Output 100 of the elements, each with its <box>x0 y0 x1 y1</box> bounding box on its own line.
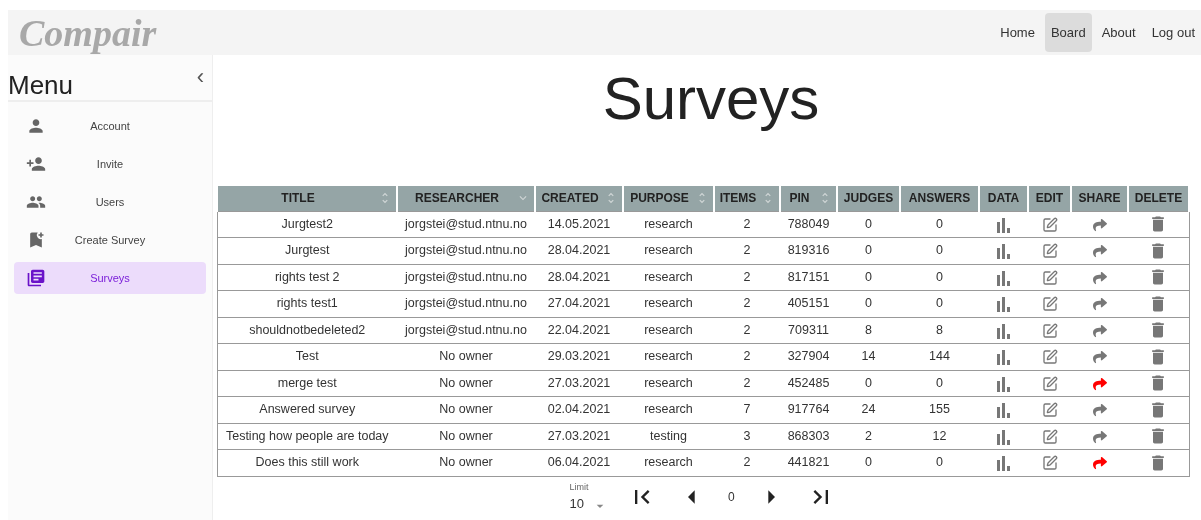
edit-icon[interactable] <box>1041 375 1058 392</box>
table-cell: jorgstei@stud.ntnu.no <box>397 264 535 291</box>
table-cell: Test <box>217 343 397 370</box>
table-cell: 868303 <box>780 423 837 450</box>
sidebar-item[interactable]: Users <box>14 186 206 218</box>
table-cell: 817151 <box>780 264 837 291</box>
sidebar-item[interactable]: Invite <box>14 148 206 180</box>
share-icon[interactable] <box>1092 244 1107 259</box>
column-header[interactable]: SHARE <box>1071 186 1128 211</box>
edit-icon[interactable] <box>1041 402 1058 419</box>
edit-icon[interactable] <box>1041 243 1058 260</box>
table-cell: No owner <box>397 370 535 397</box>
column-header[interactable]: RESEARCHER <box>397 186 535 211</box>
sidebar-item[interactable]: Account <box>14 110 206 142</box>
bar-chart-icon[interactable] <box>995 349 1012 366</box>
share-icon[interactable] <box>1092 403 1107 418</box>
table-cell: 7 <box>714 396 780 423</box>
share-icon[interactable] <box>1092 297 1107 312</box>
table-cell: 2 <box>714 343 780 370</box>
bar-chart-icon[interactable] <box>995 216 1012 233</box>
table-cell: 452485 <box>780 370 837 397</box>
table-cell: 3 <box>714 423 780 450</box>
table-cell: research <box>623 290 714 317</box>
column-header[interactable]: EDIT <box>1028 186 1071 211</box>
table-cell: 2 <box>714 449 780 476</box>
table-cell: No owner <box>397 343 535 370</box>
table-cell: 2 <box>714 264 780 291</box>
table-cell: Answered survey <box>217 396 397 423</box>
bar-chart-icon[interactable] <box>995 428 1012 445</box>
sidebar-item[interactable]: Create Survey <box>14 224 206 256</box>
table-cell: merge test <box>217 370 397 397</box>
bar-chart-icon[interactable] <box>995 402 1012 419</box>
table-cell: research <box>623 317 714 344</box>
table-cell: 788049 <box>780 211 837 238</box>
nav-link[interactable]: Home <box>994 12 1041 53</box>
table-cell: 0 <box>837 237 900 264</box>
column-header[interactable]: PIN <box>780 186 837 211</box>
table-cell: 2 <box>837 423 900 450</box>
table-cell: Jurgtest <box>217 237 397 264</box>
table-cell: No owner <box>397 396 535 423</box>
table-cell: 327904 <box>780 343 837 370</box>
table-cell: 02.04.2021 <box>535 396 623 423</box>
column-header[interactable]: PURPOSE <box>623 186 714 211</box>
column-header[interactable]: JUDGES <box>837 186 900 211</box>
nav-link[interactable]: About <box>1095 12 1142 53</box>
bar-chart-icon[interactable] <box>995 269 1012 286</box>
nav-link[interactable]: Log out <box>1145 12 1201 53</box>
nav-link[interactable]: Board <box>1044 12 1092 53</box>
table-cell: 24 <box>837 396 900 423</box>
edit-icon[interactable] <box>1041 269 1058 286</box>
table-cell: 0 <box>837 211 900 238</box>
table-cell: 144 <box>900 343 979 370</box>
share-icon[interactable] <box>1092 376 1107 391</box>
bar-chart-icon[interactable] <box>995 455 1012 472</box>
table-cell: 8 <box>837 317 900 344</box>
table-cell: 2 <box>714 237 780 264</box>
limit-select[interactable]: 10 <box>569 494 608 514</box>
share-icon[interactable] <box>1092 456 1107 471</box>
edit-icon[interactable] <box>1041 296 1058 313</box>
column-header[interactable]: TITLE <box>217 186 397 211</box>
bar-chart-icon[interactable] <box>995 375 1012 392</box>
table-cell: 28.04.2021 <box>535 264 623 291</box>
column-header[interactable]: ITEMS <box>714 186 780 211</box>
share-icon[interactable] <box>1092 217 1107 232</box>
column-header[interactable]: DELETE <box>1128 186 1189 211</box>
table-cell: rights test1 <box>217 290 397 317</box>
bar-chart-icon[interactable] <box>995 243 1012 260</box>
column-header[interactable]: CREATED <box>535 186 623 211</box>
bar-chart-icon[interactable] <box>995 296 1012 313</box>
edit-icon[interactable] <box>1041 349 1058 366</box>
table-cell: 0 <box>837 290 900 317</box>
table-cell: jorgstei@stud.ntnu.no <box>397 211 535 238</box>
collapse-button[interactable]: ‹ <box>196 66 204 88</box>
table-cell: 2 <box>714 370 780 397</box>
column-header[interactable]: DATA <box>979 186 1028 211</box>
table-cell: 28.04.2021 <box>535 237 623 264</box>
table-cell: 8 <box>900 317 979 344</box>
share-icon[interactable] <box>1092 323 1107 338</box>
table-cell: 2 <box>714 317 780 344</box>
column-header[interactable]: ANSWERS <box>900 186 979 211</box>
table-cell: research <box>623 370 714 397</box>
table-cell: 405151 <box>780 290 837 317</box>
bar-chart-icon[interactable] <box>995 322 1012 339</box>
table-cell: 2 <box>714 211 780 238</box>
table-cell: research <box>623 449 714 476</box>
sidebar-item[interactable]: Surveys <box>14 262 206 294</box>
edit-icon[interactable] <box>1041 322 1058 339</box>
edit-icon[interactable] <box>1041 216 1058 233</box>
share-icon[interactable] <box>1092 270 1107 285</box>
edit-icon[interactable] <box>1041 428 1058 445</box>
table-cell: 0 <box>837 264 900 291</box>
table-cell: 0 <box>837 449 900 476</box>
table-cell: 14 <box>837 343 900 370</box>
table-cell: No owner <box>397 449 535 476</box>
share-icon[interactable] <box>1092 429 1107 444</box>
share-icon[interactable] <box>1092 350 1107 365</box>
surveys-icon <box>26 268 46 288</box>
edit-icon[interactable] <box>1041 455 1058 472</box>
table-cell: research <box>623 237 714 264</box>
table-cell: jorgstei@stud.ntnu.no <box>397 237 535 264</box>
